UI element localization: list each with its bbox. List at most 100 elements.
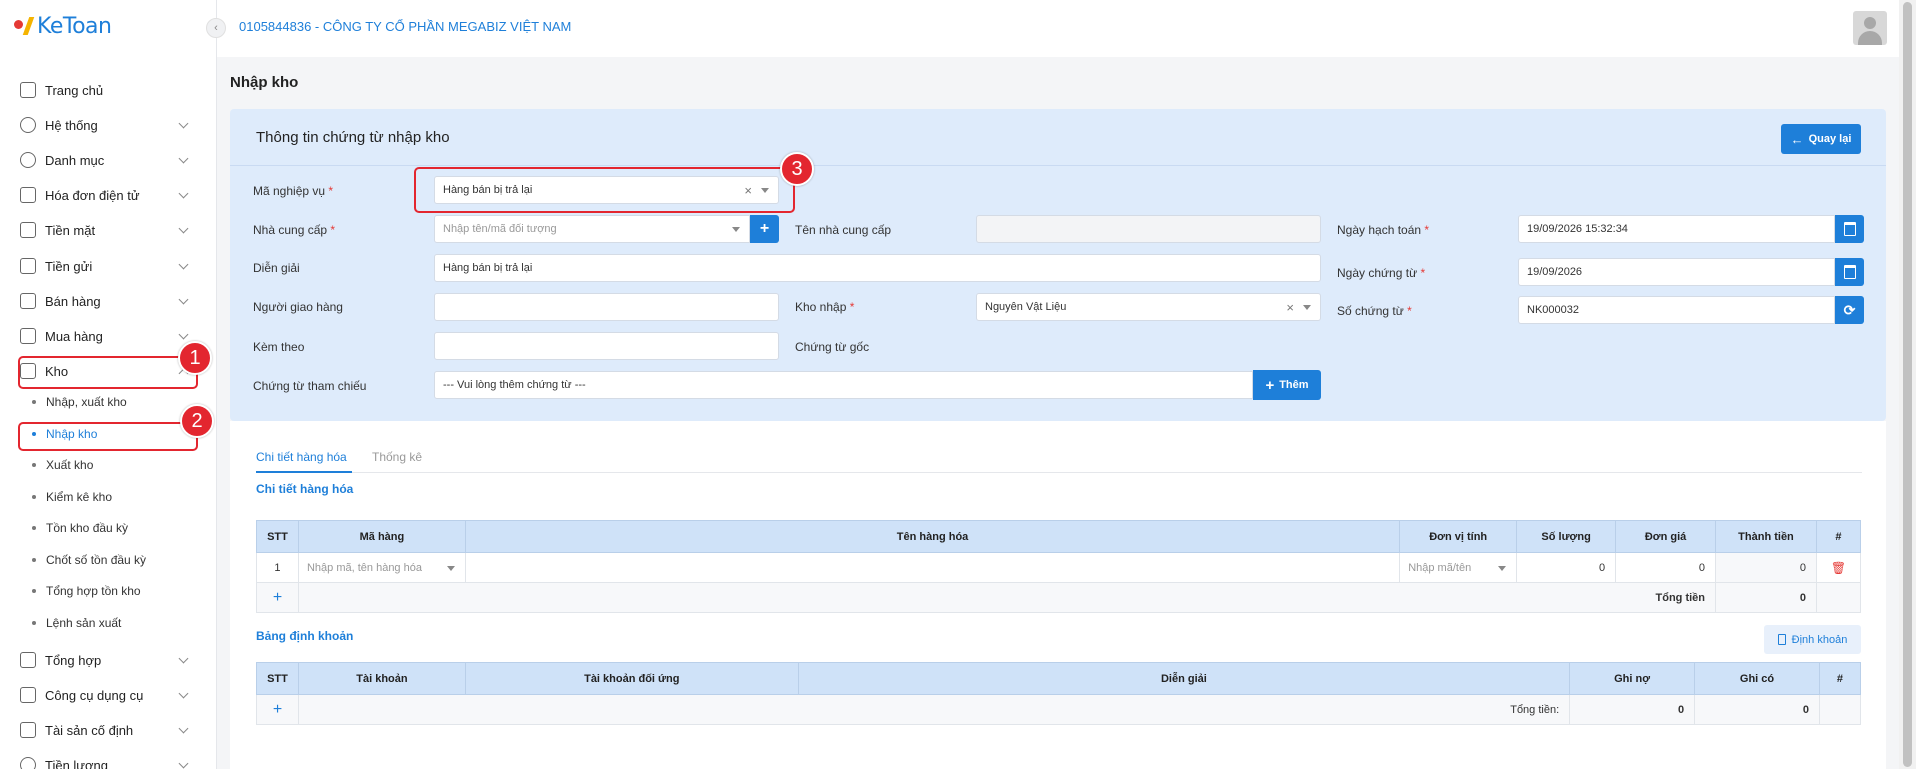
sidebar-subitem-ton-kho-dau-ky[interactable]: Tồn kho đầu kỳ	[0, 514, 217, 542]
highlight-box-ma-nghiep-vu	[414, 167, 795, 213]
sidebar-item-hoa-don[interactable]: Hóa đơn điện tử	[0, 180, 217, 210]
so-luong-input[interactable]: 0	[1516, 552, 1617, 583]
ma-nghiep-vu-label: Mã nghiệp vụ *	[253, 184, 334, 198]
chevron-down-icon	[178, 653, 189, 664]
col-stt: STT	[256, 520, 299, 553]
grid-icon	[20, 152, 36, 168]
sidebar-subitem-tong-hop-ton-kho[interactable]: Tổng hợp tồn kho	[0, 577, 217, 605]
add-reference-button[interactable]: + Thêm	[1253, 370, 1321, 400]
sidebar-item-tai-san[interactable]: Tài sản cố định	[0, 715, 217, 745]
sidebar-subitem-lenh-san-xuat[interactable]: Lệnh sản xuất	[0, 609, 217, 637]
sidebar-item-trang-chu[interactable]: Trang chủ	[0, 75, 217, 105]
caret-down-icon	[1303, 305, 1311, 310]
add-row-button[interactable]: +	[256, 694, 299, 725]
chung-tu-goc-label: Chứng từ gốc	[795, 340, 870, 354]
caret-down-icon	[732, 227, 740, 232]
col-ten-hang-hoa: Tên hàng hóa	[464, 520, 1401, 553]
sidebar-item-tien-luong[interactable]: Tiền lương	[0, 750, 217, 769]
total-row: + Tổng tiền: 0 0	[256, 694, 1862, 725]
row-stt: 1	[256, 552, 299, 583]
dinh-khoan-label: Định khoản	[1791, 633, 1848, 646]
add-supplier-button[interactable]: +	[750, 215, 779, 243]
ngay-hach-toan-input[interactable]: 19/09/2026 15:32:34	[1518, 215, 1835, 243]
app-logo[interactable]: KeToan	[14, 14, 112, 39]
sidebar-subitem-label: Tồn kho đầu kỳ	[46, 521, 129, 535]
sidebar-subitem-kiem-ke-kho[interactable]: Kiểm kê kho	[0, 483, 217, 511]
sidebar-item-label: Tiền lương	[45, 757, 108, 769]
so-chung-tu-label: Số chứng từ *	[1337, 304, 1412, 318]
sidebar-item-danh-muc[interactable]: Danh mục	[0, 145, 217, 175]
bullet-icon	[32, 400, 36, 404]
sidebar-item-tong-hop[interactable]: Tổng hợp	[0, 645, 217, 675]
add-row-button[interactable]: +	[256, 582, 299, 613]
tab-chi-tiet-hang-hoa[interactable]: Chi tiết hàng hóa	[256, 450, 347, 464]
total-label: Tổng tiền	[297, 582, 1717, 613]
sidebar-item-cong-cu[interactable]: Công cụ dụng cụ	[0, 680, 217, 710]
sidebar-subitem-chot-so-ton[interactable]: Chốt số tồn đầu kỳ	[0, 546, 217, 574]
home-icon	[20, 82, 36, 98]
cash-icon	[20, 222, 36, 238]
ten-nha-cung-cap-input[interactable]	[976, 215, 1321, 243]
sidebar-item-label: Hóa đơn điện tử	[45, 187, 140, 203]
ma-hang-select[interactable]: Nhập mã, tên hàng hóa	[297, 552, 466, 583]
ten-nha-cung-cap-label: Tên nhà cung cấp	[795, 223, 892, 237]
tab-thong-ke[interactable]: Thống kê	[372, 450, 422, 464]
col-so-luong: Số lượng	[1516, 520, 1617, 553]
money-icon	[20, 757, 36, 769]
don-vi-tinh-select[interactable]: Nhập mã/tên	[1399, 552, 1518, 583]
chevron-down-icon	[178, 723, 189, 734]
chevron-down-icon	[178, 259, 189, 270]
kho-nhap-select[interactable]: Nguyên Vật Liệu ×	[976, 293, 1321, 321]
panel-header: Thông tin chứng từ nhập kho ← Quay lại	[230, 109, 1886, 166]
user-icon-body	[1858, 31, 1882, 45]
dinh-khoan-button[interactable]: Định khoản	[1764, 625, 1861, 654]
ngay-chung-tu-input[interactable]: 19/09/2026	[1518, 258, 1835, 286]
bullet-icon	[32, 463, 36, 467]
nguoi-giao-hang-label: Người giao hàng	[253, 300, 343, 314]
nguoi-giao-hang-input[interactable]	[434, 293, 779, 321]
col-stt: STT	[256, 662, 299, 695]
chung-tu-tham-chieu-label: Chứng từ tham chiếu	[253, 379, 367, 393]
don-gia-input[interactable]: 0	[1615, 552, 1717, 583]
ngay-hach-toan-value: 19/09/2026 15:32:34	[1527, 223, 1628, 235]
col-ma-hang: Mã hàng	[297, 520, 466, 553]
nha-cung-cap-select[interactable]: Nhập tên/mã đối tượng	[434, 215, 750, 243]
so-chung-tu-input[interactable]: NK000032	[1518, 296, 1835, 324]
company-name: 0105844836 - CÔNG TY CỔ PHẦN MEGABIZ VIỆ…	[239, 19, 572, 34]
cart-icon	[20, 328, 36, 344]
ngay-chung-tu-label: Ngày chứng từ *	[1337, 266, 1426, 280]
sidebar-item-label: Hệ thống	[45, 117, 98, 133]
calendar-icon[interactable]	[1835, 258, 1864, 286]
nha-cung-cap-placeholder: Nhập tên/mã đối tượng	[443, 223, 557, 235]
chevron-down-icon	[178, 294, 189, 305]
kem-theo-input[interactable]	[434, 332, 779, 360]
chung-tu-tham-chieu-input[interactable]: --- Vui lòng thêm chứng từ ---	[434, 371, 1253, 399]
sidebar-item-label: Trang chủ	[45, 82, 104, 98]
avatar[interactable]	[1853, 11, 1887, 45]
sidebar-item-label: Tiền mặt	[45, 222, 96, 238]
dien-giai-input[interactable]: Hàng bán bị trả lại	[434, 254, 1321, 282]
sidebar-item-tien-gui[interactable]: Tiền gửi	[0, 251, 217, 281]
scrollbar-thumb[interactable]	[1903, 2, 1912, 767]
chevron-down-icon	[178, 188, 189, 199]
page-title: Nhập kho	[230, 74, 299, 91]
calendar-icon[interactable]	[1835, 215, 1864, 243]
sidebar-item-ban-hang[interactable]: Bán hàng	[0, 286, 217, 316]
delete-row-button[interactable]: 🗑	[1815, 552, 1862, 583]
table-header-row: STT Tài khoản Tài khoản đối ứng Diễn giả…	[256, 662, 1862, 695]
gear-icon	[20, 117, 36, 133]
collapse-sidebar-button[interactable]: ‹	[206, 18, 226, 38]
clear-icon[interactable]: ×	[1286, 300, 1294, 315]
chevron-left-icon: ‹	[214, 22, 218, 34]
refresh-icon[interactable]: ⟳	[1835, 296, 1864, 324]
back-button[interactable]: ← Quay lại	[1781, 124, 1861, 154]
sidebar-subitem-xuat-kho[interactable]: Xuất kho	[0, 451, 217, 479]
table-row: 1 Nhập mã, tên hàng hóa Nhập mã/tên 0 0 …	[256, 552, 1862, 583]
ten-hang-hoa-input[interactable]	[464, 552, 1401, 583]
tool-icon	[20, 687, 36, 703]
sidebar-item-he-thong[interactable]: Hệ thống	[0, 110, 217, 140]
plus-icon: +	[759, 220, 770, 237]
bullet-icon	[32, 526, 36, 530]
sidebar-item-tien-mat[interactable]: Tiền mặt	[0, 215, 217, 245]
plus-icon: +	[1265, 376, 1275, 394]
